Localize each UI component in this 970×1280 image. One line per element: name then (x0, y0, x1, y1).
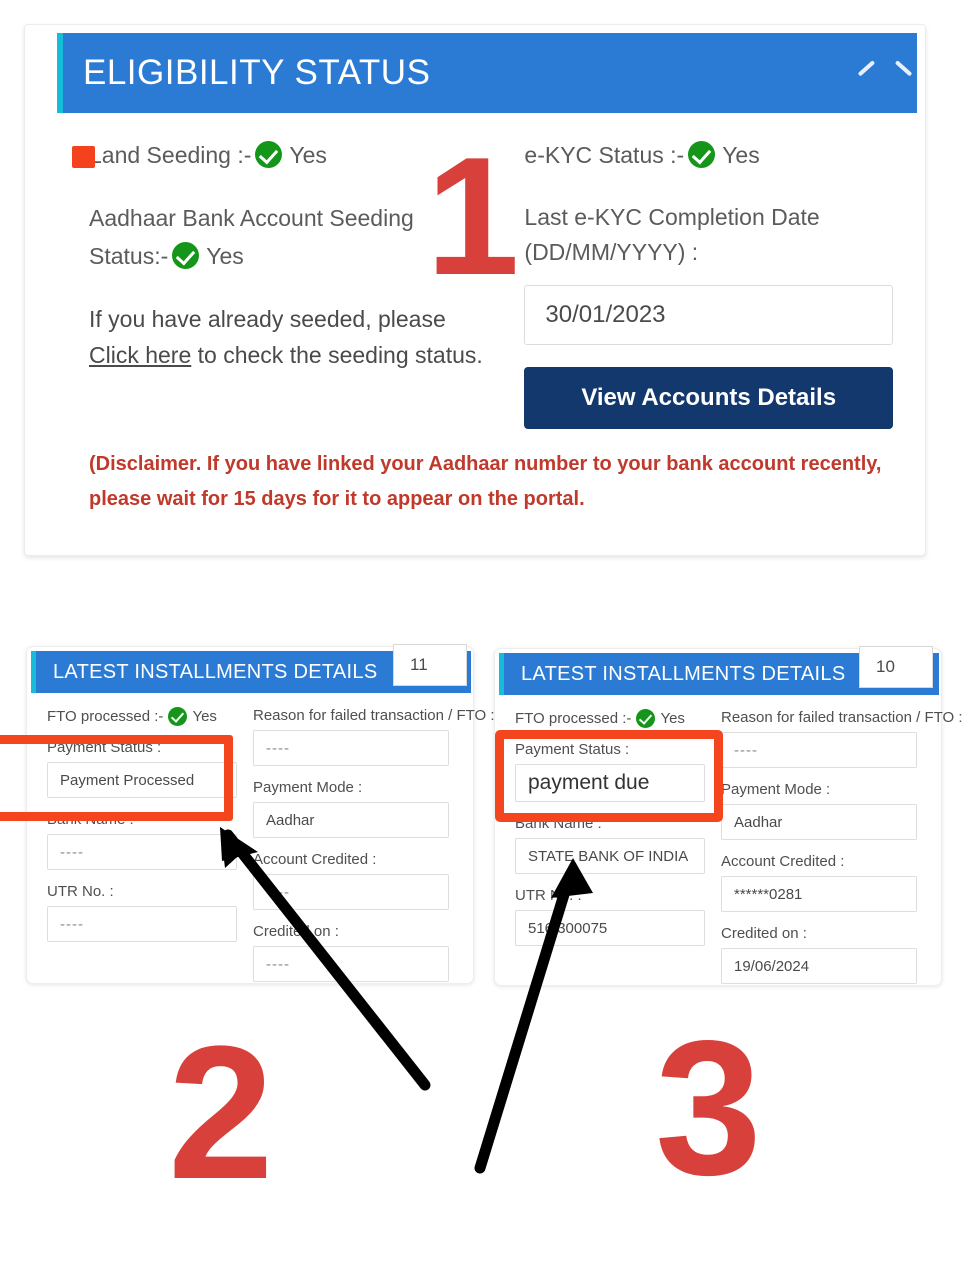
last-ekyc-date-label-line1: Last e-KYC Completion Date (524, 204, 820, 231)
payment-mode-field-11[interactable]: Aadhar (253, 802, 449, 838)
installment-number-badge-10[interactable]: 10 (859, 646, 933, 688)
seeding-note: If you have already seeded, please Click… (89, 301, 496, 374)
failure-reason-label-10: Reason for failed transaction / FTO : (721, 709, 963, 726)
installment-11-left-column: FTO processed :- Yes Payment Status : Pa… (47, 707, 237, 995)
header-accent-bar (31, 651, 36, 693)
installment-card-11: LATEST INSTALLMENTS DETAILS 11 FTO proce… (26, 644, 495, 984)
account-credited-field-10[interactable]: ******0281 (721, 876, 917, 912)
green-check-icon (168, 707, 188, 726)
step-number-3: 3 (655, 1000, 762, 1215)
ekyc-status-row: e-KYC Status :- Yes (524, 137, 893, 174)
payment-mode-field-10[interactable]: Aadhar (721, 804, 917, 840)
screenshot-root: ELIGIBILITY STATUS Land Seeding :- Yes A… (0, 0, 970, 1280)
payment-status-label-11: Payment Status : (47, 739, 162, 756)
step-number-2: 2 (168, 1007, 274, 1219)
aadhaar-seeding-value: Yes (206, 242, 244, 269)
seeding-note-after-link: to check the seeding status. (191, 342, 483, 369)
land-seeding-value: Yes (289, 142, 327, 168)
utr-no-field-10[interactable]: 516 300075 (515, 910, 705, 946)
payment-mode-label-11: Payment Mode : (253, 779, 363, 796)
utr-no-label-11: UTR No. : (47, 883, 114, 900)
fto-processed-label: FTO processed :- (515, 710, 632, 727)
installment-10-left-column: FTO processed :- Yes Payment Status : pa… (515, 709, 705, 997)
green-check-icon (172, 241, 200, 269)
installment-10-right-column: Reason for failed transaction / FTO : --… (721, 709, 963, 997)
bank-name-label-10: Bank Name : (515, 815, 602, 832)
failure-reason-field-10[interactable]: ---- (721, 732, 917, 768)
green-check-icon (255, 141, 283, 168)
bank-name-label-11: Bank Name : (47, 811, 134, 828)
seeding-note-before-link: If you have already seeded, please (89, 305, 446, 332)
account-credited-label-11: Account Credited : (253, 851, 377, 868)
credited-on-label-11: Credited on : (253, 923, 339, 940)
fto-processed-row-11: FTO processed :- Yes (47, 707, 237, 726)
aadhaar-seeding-label-line2: Status:- (89, 242, 169, 269)
installment-card-10: LATEST INSTALLMENTS DETAILS 10 FTO proce… (494, 646, 963, 986)
installment-number-badge-11[interactable]: 11 (393, 644, 467, 686)
installment-11-right-column: Reason for failed transaction / FTO : --… (253, 707, 495, 995)
last-ekyc-date-group: Last e-KYC Completion Date (DD/MM/YYYY) … (524, 200, 893, 346)
redaction-block (72, 146, 95, 168)
bank-name-field-10[interactable]: STATE BANK OF INDIA (515, 838, 705, 874)
credited-on-field-10[interactable]: 19/06/2024 (721, 948, 917, 984)
click-here-link[interactable]: Click here (89, 342, 191, 368)
payment-status-field-10[interactable]: payment due (515, 764, 705, 802)
chevron-up-icon[interactable] (855, 61, 895, 85)
fto-processed-value: Yes (660, 710, 685, 727)
bank-name-field-11[interactable]: ---- (47, 834, 237, 870)
installment-card-11-title: LATEST INSTALLMENTS DETAILS (53, 660, 378, 683)
green-check-icon (688, 141, 716, 168)
last-ekyc-date-field[interactable]: 30/01/2023 (524, 285, 893, 346)
last-ekyc-date-label-line2: (DD/MM/YYYY) : (524, 238, 699, 265)
utr-no-label-10: UTR No. : (515, 887, 582, 904)
installment-card-10-body: FTO processed :- Yes Payment Status : pa… (495, 695, 963, 997)
utr-no-field-11[interactable]: ---- (47, 906, 237, 942)
fto-processed-label: FTO processed :- (47, 708, 164, 725)
land-seeding-label: Land Seeding :- (89, 142, 252, 168)
installment-card-11-body: FTO processed :- Yes Payment Status : Pa… (27, 693, 495, 995)
ekyc-status-label: e-KYC Status :- (524, 142, 685, 168)
view-accounts-details-button[interactable]: View Accounts Details (524, 367, 893, 430)
account-credited-label-10: Account Credited : (721, 853, 845, 870)
credited-on-field-11[interactable]: ---- (253, 946, 449, 982)
fto-processed-value: Yes (192, 708, 217, 725)
payment-status-label-10: Payment Status : (515, 741, 630, 758)
eligibility-card-header: ELIGIBILITY STATUS (57, 33, 917, 113)
header-accent-bar (57, 33, 63, 113)
payment-mode-label-10: Payment Mode : (721, 781, 831, 798)
fto-processed-row-10: FTO processed :- Yes (515, 709, 705, 728)
eligibility-title: ELIGIBILITY STATUS (83, 53, 431, 92)
account-credited-field-11[interactable]: ---- (253, 874, 449, 910)
ekyc-status-value: Yes (722, 142, 760, 168)
payment-status-field-11[interactable]: Payment Processed (47, 762, 237, 798)
failure-reason-field-11[interactable]: ---- (253, 730, 449, 766)
credited-on-label-10: Credited on : (721, 925, 807, 942)
green-check-icon (636, 709, 656, 728)
installment-card-10-title: LATEST INSTALLMENTS DETAILS (521, 662, 846, 685)
header-accent-bar (499, 653, 504, 695)
eligibility-right-column: e-KYC Status :- Yes Last e-KYC Completio… (524, 137, 893, 430)
disclaimer-text: (Disclaimer. If you have linked your Aad… (89, 453, 882, 511)
failure-reason-label-11: Reason for failed transaction / FTO : (253, 707, 495, 724)
step-number-1: 1 (426, 122, 520, 310)
